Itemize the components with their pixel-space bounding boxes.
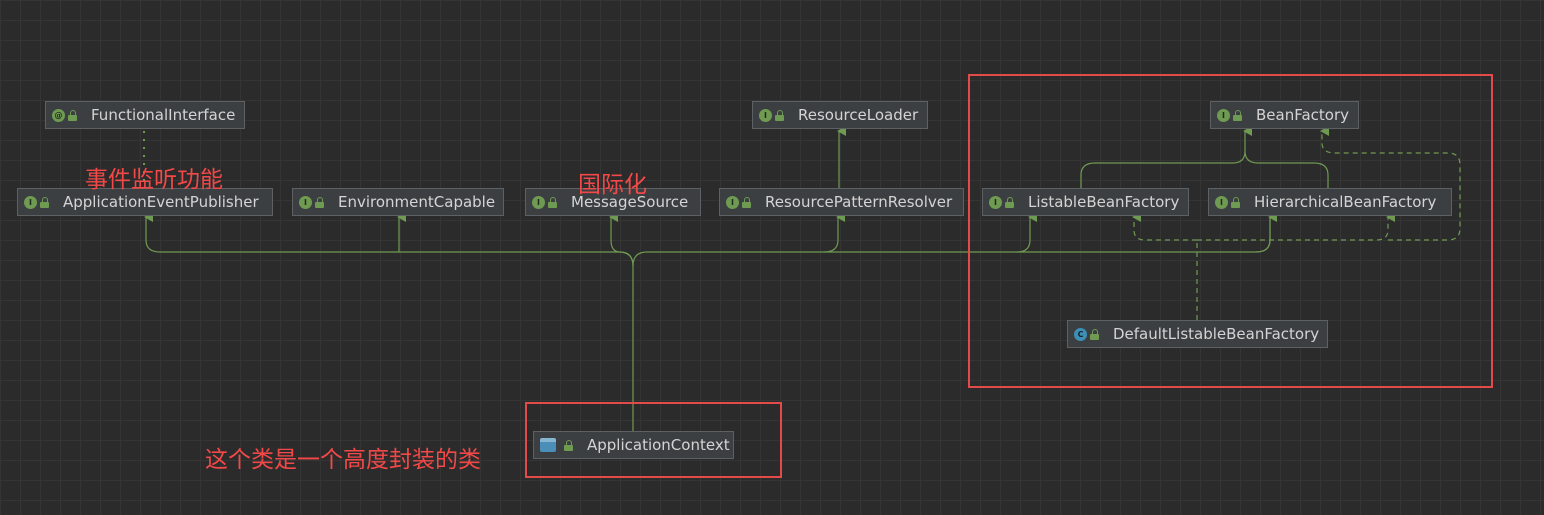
- node-label: EnvironmentCapable: [338, 193, 496, 211]
- node-label: ApplicationEventPublisher: [63, 193, 259, 211]
- node-environment-capable[interactable]: I EnvironmentCapable: [292, 188, 504, 216]
- lock-icon: [742, 196, 751, 208]
- lock-icon: [775, 109, 784, 121]
- interface-icon: I: [532, 195, 545, 209]
- lock-icon: [548, 196, 557, 208]
- interface-icon: I: [299, 195, 312, 209]
- lock-icon: [68, 109, 77, 121]
- node-resource-loader[interactable]: I ResourceLoader: [752, 101, 928, 129]
- highlight-frame-application-context: [525, 402, 782, 478]
- interface-icon: I: [759, 108, 772, 122]
- note-i18n: 国际化: [578, 172, 647, 198]
- highlight-frame-bean-factory-group: [968, 74, 1493, 388]
- lock-icon: [40, 196, 49, 208]
- lock-icon: [315, 196, 324, 208]
- node-label: FunctionalInterface: [91, 106, 236, 124]
- node-label: ResourceLoader: [798, 106, 919, 124]
- annotation-icon: @: [52, 108, 65, 122]
- node-resource-pattern-resolver[interactable]: I ResourcePatternResolver: [719, 188, 964, 216]
- node-label: ResourcePatternResolver: [765, 193, 953, 211]
- note-highly-encapsulated: 这个类是一个高度封装的类: [205, 447, 481, 473]
- note-event-listening: 事件监听功能: [85, 167, 223, 193]
- interface-icon: I: [726, 195, 739, 209]
- interface-icon: I: [24, 195, 37, 209]
- node-functional-interface[interactable]: @ FunctionalInterface: [45, 101, 245, 129]
